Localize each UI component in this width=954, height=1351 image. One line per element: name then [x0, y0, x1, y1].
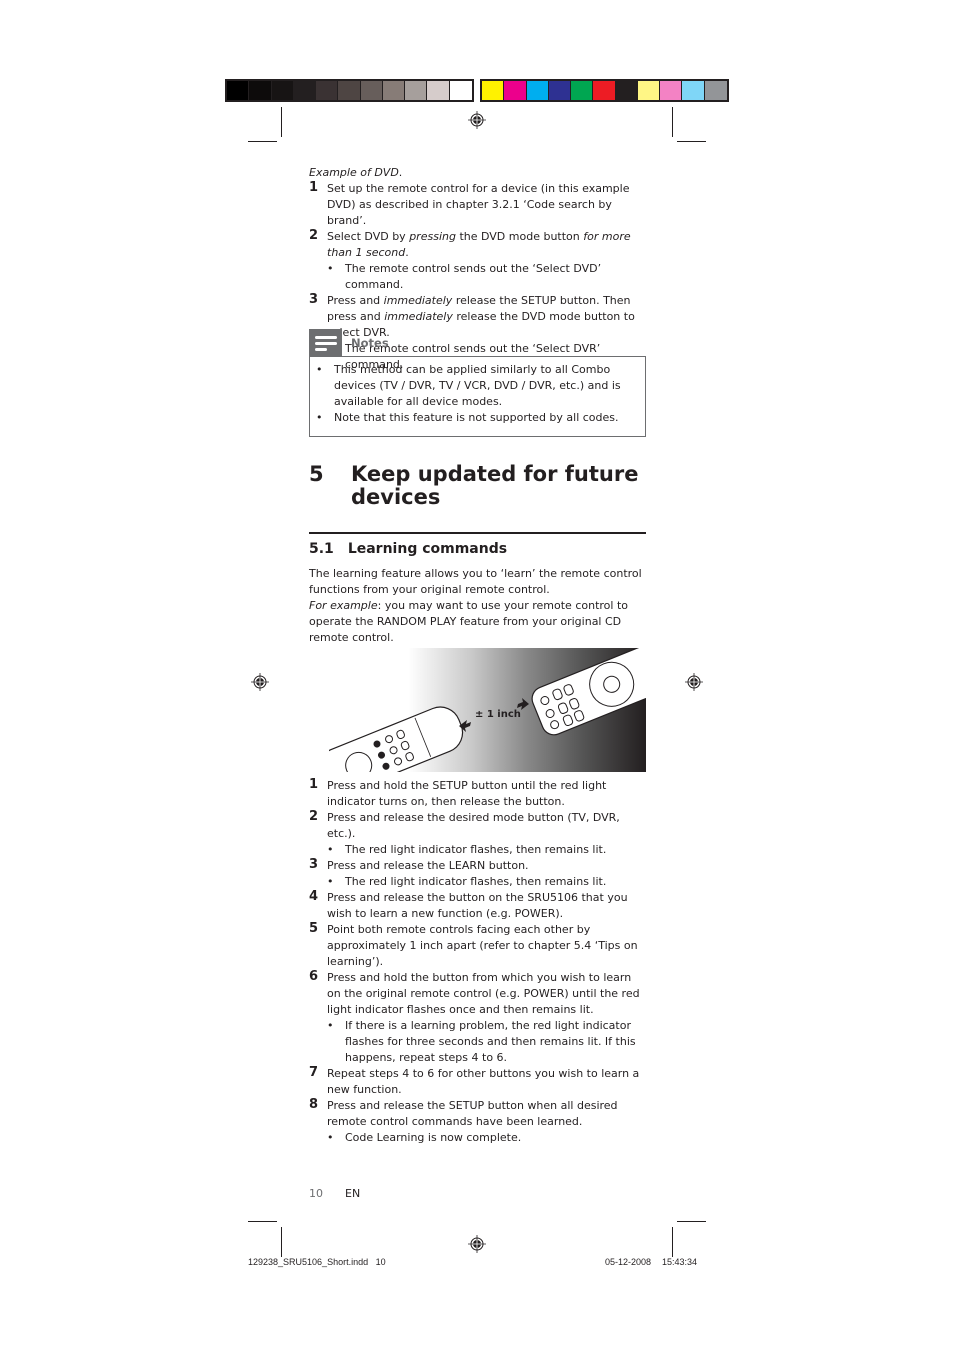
intro-text: The learning feature allows you to ‘lear…	[309, 567, 642, 644]
color-swatch	[660, 81, 683, 100]
notes-box: • This method can be applied similarly to…	[309, 356, 646, 437]
learning-steps: 1 Press and hold the SETUP button until t…	[309, 777, 646, 1146]
color-swatch	[338, 81, 361, 100]
subsection-title: Learning commands	[347, 541, 508, 557]
list-item: 5 Point both remote controls facing each …	[309, 921, 638, 968]
color-swatch	[316, 81, 339, 100]
color-swatch	[405, 81, 428, 100]
registration-mark-icon	[468, 111, 486, 129]
list-item: 4 Press and release the button on the SRU…	[309, 889, 628, 920]
color-swatch	[360, 81, 383, 100]
slug-date: 05-12-2008	[605, 1257, 652, 1267]
crop-mark	[281, 107, 282, 137]
subsection-heading: 5.1 Learning commands	[309, 541, 507, 557]
registration-mark-icon	[685, 673, 703, 691]
list-item: 2 Select DVD by pressing the DVD mode but…	[309, 228, 631, 259]
registration-mark-icon	[468, 1235, 486, 1253]
color-swatch	[682, 81, 705, 100]
crop-mark	[672, 107, 673, 137]
list-item: 1 Set up the remote control for a device …	[309, 180, 630, 227]
learning-illustration: ± 1 inch	[329, 648, 646, 772]
page-number: 10	[309, 1187, 323, 1200]
color-swatch	[637, 81, 661, 100]
sru5106-remote-icon	[329, 706, 464, 772]
list-item: 2 Press and release the desired mode butt…	[309, 809, 620, 840]
subsection-number: 5.1	[309, 541, 334, 557]
list-item: 7 Repeat steps 4 to 6 for other buttons y…	[309, 1065, 640, 1096]
note-item: • Note that this feature is not supported…	[316, 411, 619, 424]
crop-mark	[281, 1227, 282, 1257]
chapter-title: Keep updated for future devices	[351, 462, 639, 509]
list-item: 6 Press and hold the button from which yo…	[309, 969, 640, 1016]
bullet-item: • The red light indicator flashes, then r…	[327, 875, 607, 888]
process-color-bar	[480, 79, 729, 102]
crop-mark	[672, 1227, 673, 1257]
color-swatch	[571, 81, 594, 100]
list-item: 3 Press and release the LEARN button.	[309, 857, 529, 872]
crop-mark	[248, 141, 277, 142]
color-swatch	[615, 81, 638, 100]
color-swatch	[449, 81, 472, 100]
slug-filename: 129238_SRU5106_Short.indd 10	[248, 1257, 386, 1267]
list-item: 8 Press and release the SETUP button when…	[309, 1097, 618, 1128]
list-item: 1 Press and hold the SETUP button until t…	[309, 777, 607, 808]
note-item: • This method can be applied similarly to…	[316, 363, 621, 408]
notes-icon	[309, 329, 342, 356]
example-caption: Example of DVD.	[309, 166, 403, 179]
color-swatch	[427, 81, 450, 100]
language-code: EN	[345, 1187, 361, 1200]
color-swatch	[548, 81, 572, 100]
color-swatch	[249, 81, 272, 100]
notes-header: Notes	[309, 329, 389, 356]
original-remote-icon	[531, 648, 646, 736]
slug-time: 15:43:34	[662, 1257, 698, 1267]
color-swatch	[526, 81, 549, 100]
color-swatch	[482, 81, 505, 100]
notes-label: Notes	[351, 335, 389, 350]
crop-mark	[677, 141, 706, 142]
color-swatch	[271, 81, 294, 100]
registration-mark-icon	[251, 673, 269, 691]
grayscale-color-bar	[225, 79, 474, 102]
color-swatch	[293, 81, 317, 100]
color-swatch	[504, 81, 527, 100]
bullet-item: • If there is a learning problem, the red…	[327, 1019, 636, 1064]
color-swatch	[593, 81, 616, 100]
bullet-item: • Code Learning is now complete.	[327, 1131, 522, 1144]
crop-mark	[248, 1221, 277, 1222]
section-divider	[309, 532, 646, 534]
distance-label: ± 1 inch	[475, 709, 521, 720]
bullet-item: •The remote control sends out the ‘Selec…	[327, 262, 602, 291]
color-swatch	[382, 81, 406, 100]
color-swatch	[227, 81, 250, 100]
chapter-number: 5	[309, 462, 324, 486]
color-swatch	[704, 81, 727, 100]
crop-mark	[677, 1221, 706, 1222]
bullet-item: • The red light indicator flashes, then r…	[327, 843, 607, 856]
